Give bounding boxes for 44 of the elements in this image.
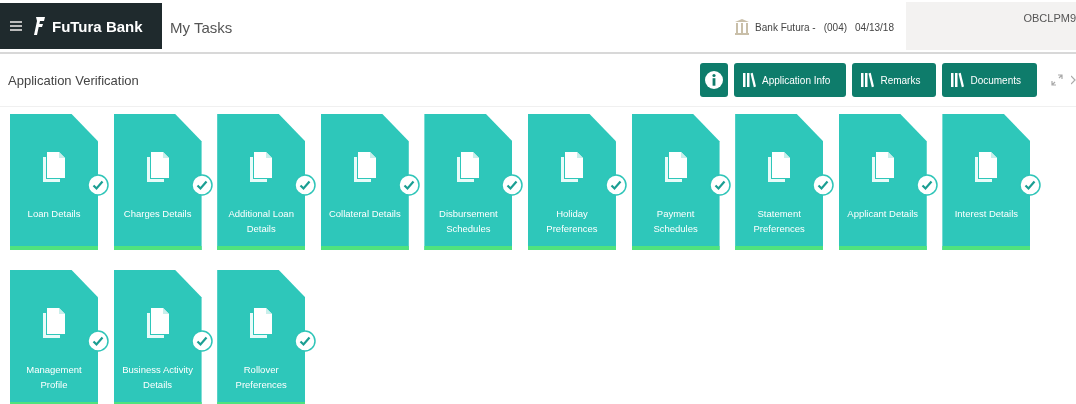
bank-icon	[734, 18, 751, 36]
task-tile[interactable]: Charges Details	[113, 114, 202, 250]
document-icon	[560, 152, 583, 182]
task-tile[interactable]: Disbursement Schedules	[424, 114, 513, 250]
task-tile[interactable]: Management Profile	[10, 270, 98, 404]
document-icon	[871, 152, 894, 182]
logo-icon	[34, 16, 46, 36]
document-icon	[43, 308, 65, 338]
task-tile[interactable]: Loan Details	[10, 114, 98, 250]
branch-code: (004)	[823, 21, 848, 33]
branch-selector[interactable]: Bank Futura -	[755, 21, 816, 33]
document-icon	[768, 152, 791, 182]
date-label: 04/13/18	[855, 21, 894, 33]
document-icon	[146, 308, 169, 338]
document-icon	[457, 152, 480, 182]
books-icon	[861, 72, 875, 88]
document-icon	[250, 308, 273, 338]
brand-name: FuTura Bank	[52, 17, 143, 35]
task-tile[interactable]: Business Activity Details	[113, 270, 202, 404]
document-icon	[43, 152, 65, 182]
document-icon	[975, 152, 998, 182]
page-title: My Tasks	[170, 18, 233, 36]
task-tile[interactable]: Rollover Preferences	[217, 270, 306, 404]
document-icon	[146, 152, 169, 182]
task-tile[interactable]: Holiday Preferences	[527, 114, 616, 250]
document-icon	[250, 152, 273, 182]
menu-icon[interactable]	[10, 21, 22, 31]
task-tile[interactable]: Collateral Details	[320, 114, 409, 250]
info-button[interactable]	[700, 63, 728, 97]
task-tile[interactable]: Payment Schedules	[631, 114, 720, 250]
books-icon	[951, 72, 965, 88]
user-id[interactable]: OBCLPM9	[1023, 2, 1076, 24]
task-tile[interactable]: Applicant Details	[838, 114, 927, 250]
books-icon	[743, 72, 756, 88]
document-icon	[664, 152, 687, 182]
task-tile[interactable]: Additional Loan Details	[217, 114, 306, 250]
toolbar-button[interactable]: Remarks	[852, 63, 937, 97]
document-icon	[353, 152, 376, 182]
toolbar-button[interactable]: Application Info	[734, 63, 847, 97]
toolbar-button[interactable]: Documents	[942, 63, 1037, 97]
task-tile[interactable]: Statement Preferences	[735, 114, 824, 250]
task-tile[interactable]: Interest Details	[942, 114, 1031, 250]
screen-title: Application Verification	[8, 72, 139, 88]
info-icon	[705, 71, 723, 89]
